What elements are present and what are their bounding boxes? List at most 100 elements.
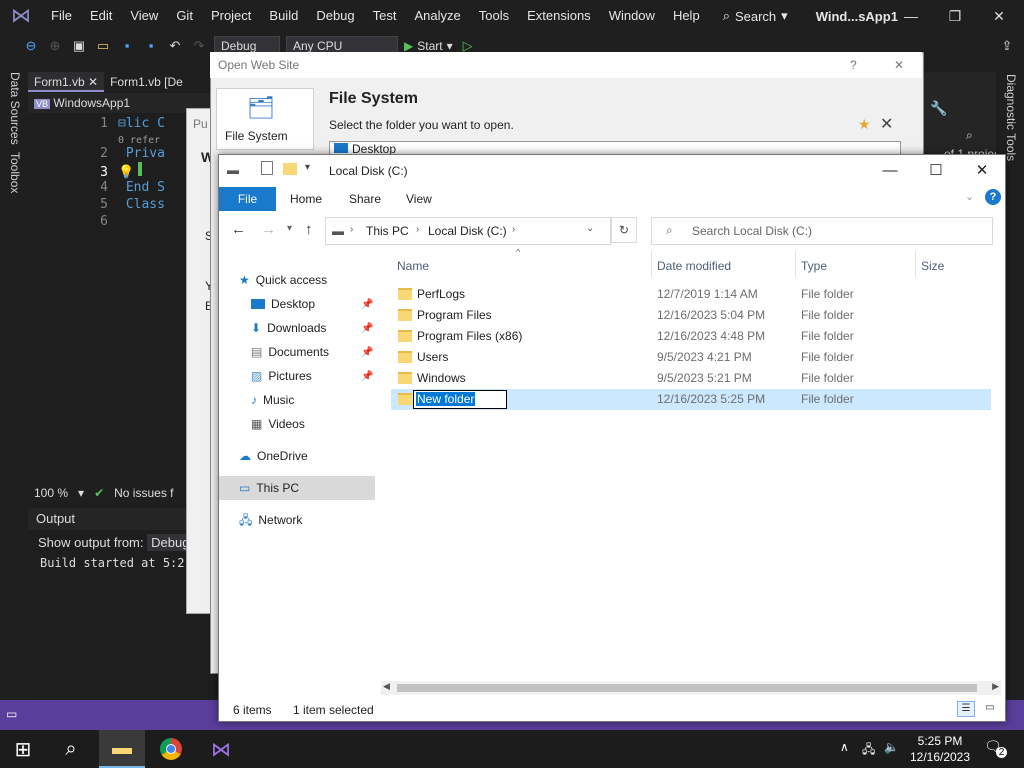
chevron-down-icon[interactable]: ▾ [78, 484, 84, 502]
delete-icon[interactable]: ✕ [880, 114, 893, 134]
save-icon[interactable]: ▪ [118, 37, 136, 55]
vs-close-button[interactable]: ✕ [976, 0, 1022, 32]
chevron-up-icon[interactable]: ∧ [840, 740, 849, 754]
scroll-left-icon[interactable]: ◀ [383, 681, 390, 692]
new-folder-icon[interactable] [283, 163, 297, 175]
nav-pictures[interactable]: ▨ Pictures [251, 364, 379, 388]
address-dropdown-icon[interactable]: ⌄ [586, 223, 594, 234]
start-icon[interactable]: ⊞ [0, 730, 46, 768]
pin-icon[interactable]: 📌 [361, 299, 373, 310]
menu-test[interactable]: Test [364, 0, 406, 32]
file-row[interactable]: PerfLogs 12/7/2019 1:14 AM File folder [391, 284, 991, 305]
maximize-button[interactable]: ☐ [913, 155, 959, 187]
zoom-select[interactable]: 100 % [34, 484, 68, 502]
ribbon-tab-view[interactable]: View [406, 187, 432, 211]
nav-onedrive[interactable]: ☁ OneDrive [239, 444, 379, 468]
file-row-selected[interactable]: New folder 12/16/2023 5:25 PM File folde… [391, 389, 991, 410]
search-icon[interactable]: ⌕ [966, 128, 973, 143]
menu-view[interactable]: View [121, 0, 167, 32]
large-icons-view-icon[interactable]: ▭ [981, 701, 999, 717]
menu-project[interactable]: Project [202, 0, 260, 32]
up-arrow-icon[interactable]: ↑ [305, 221, 313, 238]
file-system-tile[interactable]: 🗂 File System [216, 88, 314, 150]
properties-icon[interactable] [261, 161, 273, 175]
system-clock[interactable]: 5:25 PM 12/16/2023 [905, 733, 975, 765]
file-row[interactable]: Windows 9/5/2023 5:21 PM File folder [391, 368, 991, 389]
issues-status[interactable]: No issues f [114, 484, 173, 502]
new-folder-icon[interactable]: ★ [858, 116, 871, 133]
vs-restore-button[interactable]: ❐ [932, 0, 978, 32]
menu-build[interactable]: Build [260, 0, 307, 32]
file-explorer-taskbar-icon[interactable]: ▬ [99, 730, 145, 768]
close-button[interactable]: ✕ [959, 155, 1005, 187]
nav-quick-access[interactable]: ★ Quick access [239, 268, 379, 292]
lightbulb-icon[interactable]: 💡 [118, 165, 134, 180]
rename-input[interactable]: New folder [413, 390, 507, 409]
wrench-icon[interactable]: 🔧 [930, 100, 947, 117]
save-all-icon[interactable]: ▪ [142, 37, 160, 55]
visual-studio-logo-icon[interactable]: ⋈ [8, 3, 34, 29]
column-separator[interactable] [915, 251, 916, 277]
help-icon[interactable]: ? [985, 189, 1001, 205]
menu-file[interactable]: File [42, 0, 81, 32]
file-row[interactable]: Users 9/5/2023 4:21 PM File folder [391, 347, 991, 368]
minimize-button[interactable]: — [867, 155, 913, 187]
rename-selected-text[interactable]: New folder [416, 392, 476, 406]
breadcrumb-local-disk[interactable]: Local Disk (C:) [428, 224, 507, 238]
menu-analyze[interactable]: Analyze [405, 0, 469, 32]
chevron-right-icon[interactable]: › [350, 224, 353, 235]
horizontal-scrollbar[interactable]: ◀ ▶ [381, 681, 1001, 695]
ribbon-tab-home[interactable]: Home [290, 187, 322, 211]
network-icon[interactable]: 🖧 [862, 740, 875, 761]
column-type[interactable]: Type [801, 257, 827, 275]
ribbon-tab-file[interactable]: File [219, 187, 276, 211]
menu-window[interactable]: Window [600, 0, 664, 32]
forward-icon[interactable]: ⊕ [46, 37, 64, 55]
nav-network[interactable]: 🖧 Network [239, 508, 379, 532]
search-icon[interactable]: ⌕ [48, 730, 94, 768]
menu-git[interactable]: Git [167, 0, 202, 32]
menu-extensions[interactable]: Extensions [518, 0, 600, 32]
refresh-button[interactable]: ↻ [611, 217, 637, 243]
scroll-right-icon[interactable]: ▶ [992, 681, 999, 692]
nav-desktop[interactable]: Desktop [251, 292, 379, 316]
file-row[interactable]: Program Files (x86) 12/16/2023 4:48 PM F… [391, 326, 991, 347]
column-separator[interactable] [795, 251, 796, 277]
undo-icon[interactable]: ↶ [166, 37, 184, 55]
back-arrow-icon[interactable]: ← [231, 221, 246, 238]
details-view-icon[interactable]: ☰ [957, 701, 975, 717]
ribbon-tab-share[interactable]: Share [349, 187, 381, 211]
vs-search-button[interactable]: ⌕ Search ▾ [723, 8, 788, 24]
project-dropdown[interactable]: WindowsApp1 [53, 96, 130, 110]
toolbox-tab[interactable]: Toolbox [8, 152, 22, 193]
nav-music[interactable]: ♪ Music [251, 388, 379, 412]
pin-icon[interactable]: 📌 [361, 347, 373, 358]
menu-tools[interactable]: Tools [470, 0, 518, 32]
diagnostic-tools-tab[interactable]: Diagnostic Tools [1004, 74, 1018, 161]
expand-ribbon-icon[interactable]: ⌄ [965, 190, 974, 203]
forward-arrow-icon[interactable]: → [261, 221, 276, 238]
recent-locations-icon[interactable]: ▾ [287, 223, 292, 234]
notifications-icon[interactable]: 🗨2 [984, 738, 1013, 758]
notification-icon[interactable]: ▭ [6, 707, 17, 721]
tab-form1-design[interactable]: Form1.vb [De [104, 72, 189, 92]
nav-downloads[interactable]: ⬇ Downloads [251, 316, 379, 340]
back-icon[interactable]: ⊖ [22, 37, 40, 55]
breadcrumb-this-pc[interactable]: This PC [366, 224, 409, 238]
chrome-taskbar-icon[interactable] [148, 730, 194, 768]
chevron-down-icon[interactable]: ▾ [305, 162, 310, 173]
column-size[interactable]: Size [921, 257, 944, 275]
new-project-icon[interactable]: ▣ [70, 37, 88, 55]
column-date-modified[interactable]: Date modified [657, 257, 731, 275]
visual-studio-taskbar-icon[interactable]: ⋈ [198, 730, 244, 768]
close-icon[interactable]: ✕ [894, 52, 904, 78]
menu-debug[interactable]: Debug [307, 0, 363, 32]
column-name[interactable]: Name [397, 257, 429, 275]
search-box[interactable]: ⌕ Search Local Disk (C:) [651, 217, 993, 245]
vs-minimize-button[interactable]: — [888, 0, 934, 32]
nav-this-pc[interactable]: ▭ This PC [219, 476, 375, 500]
chevron-right-icon[interactable]: › [416, 224, 419, 235]
start-button[interactable]: ▶ Start ▾ [404, 39, 453, 53]
redo-icon[interactable]: ↷ [190, 37, 208, 55]
address-bar[interactable]: ▬ › This PC › Local Disk (C:) › ⌄ [325, 217, 611, 245]
